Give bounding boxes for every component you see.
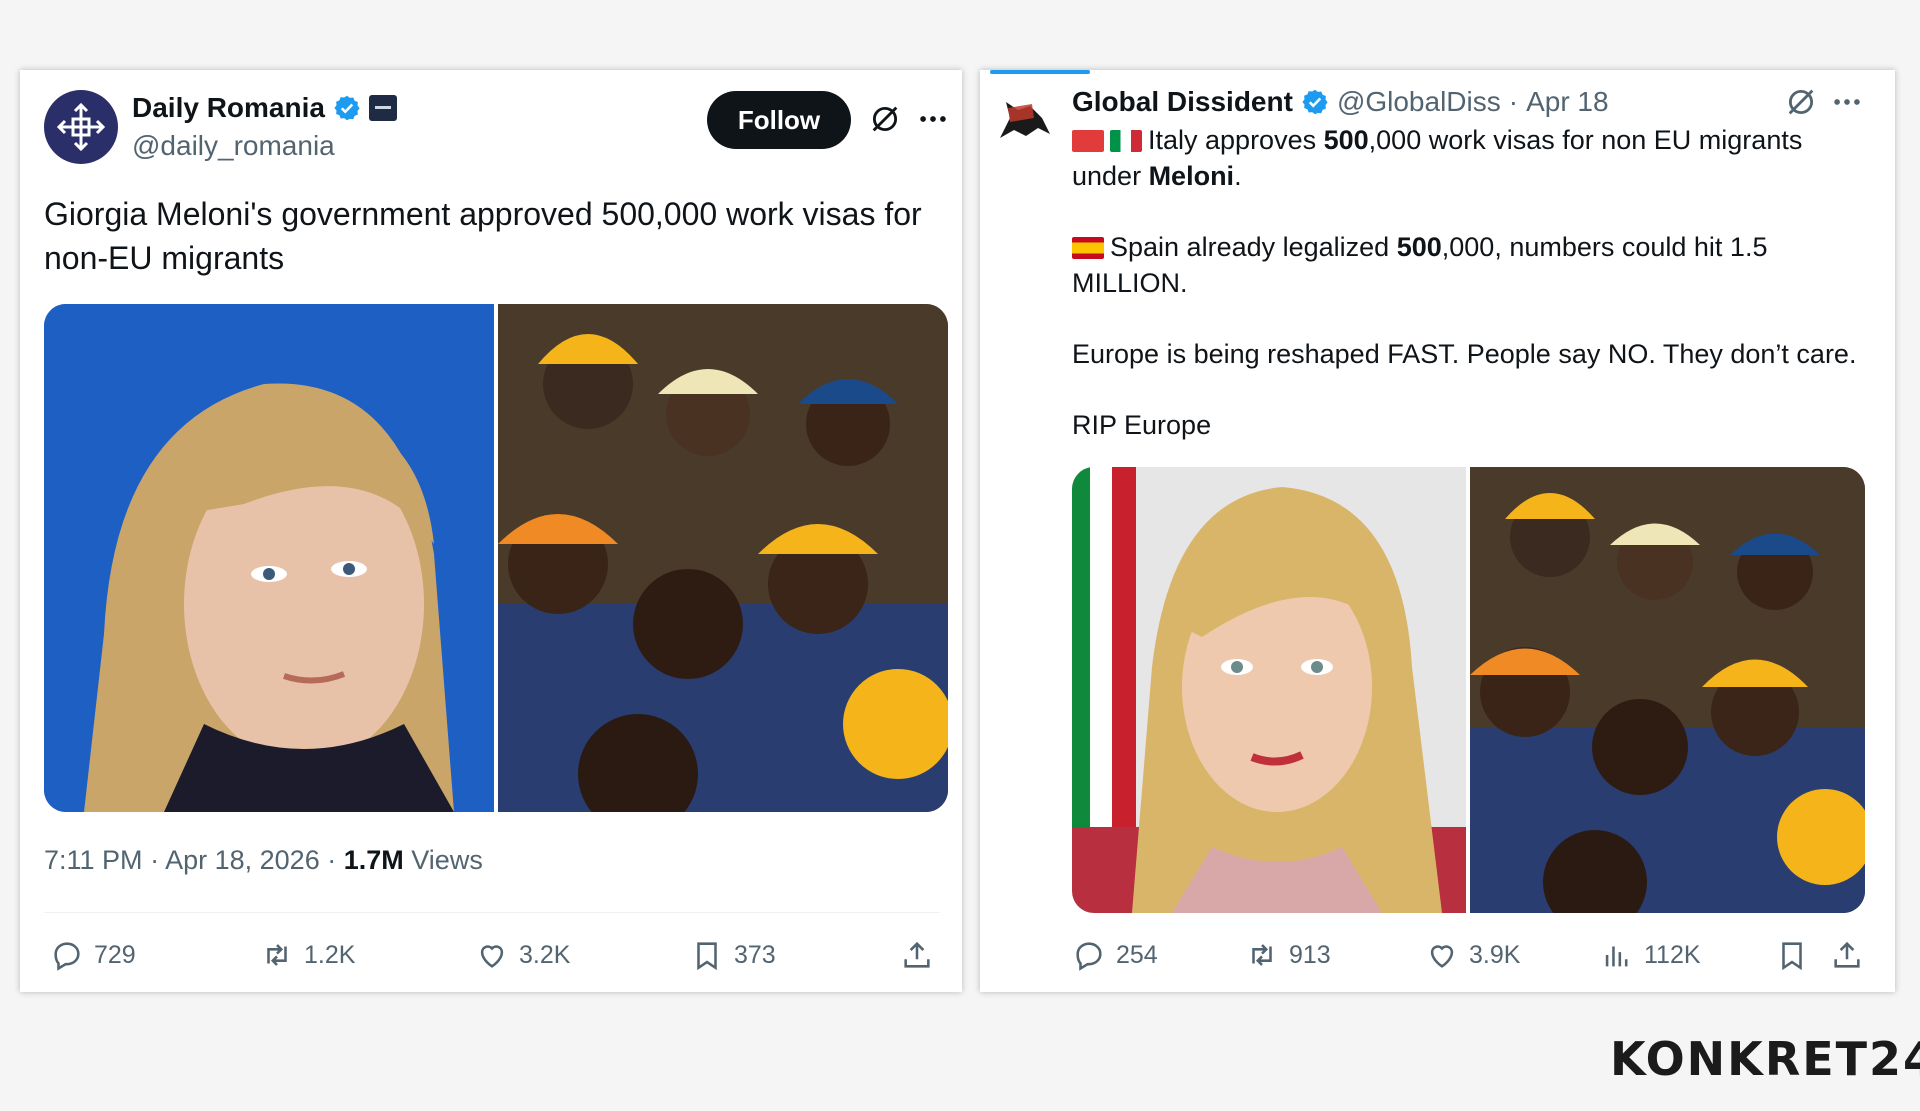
post-meta: 7:11 PM · Apr 18, 2026 · 1.7M Views <box>44 845 483 875</box>
like-button[interactable]: 3.9K <box>1425 938 1520 972</box>
views-count: 112K <box>1644 940 1701 969</box>
bookmark-count: 373 <box>734 940 776 969</box>
portrait-illustration <box>44 304 494 812</box>
reply-icon <box>54 942 80 971</box>
author-name[interactable]: Global Dissident <box>1072 86 1293 118</box>
siren-emoji-icon <box>1072 130 1104 152</box>
repost-button[interactable]: 913 <box>1245 938 1331 972</box>
separator-dot: · <box>1508 86 1519 117</box>
repost-button[interactable]: 1.2K <box>260 938 355 972</box>
share-button[interactable] <box>1830 938 1864 972</box>
text-span: Italy approves <box>1148 125 1324 155</box>
post-date[interactable]: Apr 18 <box>1526 86 1609 118</box>
like-button[interactable]: 3.2K <box>475 938 570 972</box>
share-icon <box>904 941 930 968</box>
text-bold: 500 <box>1396 232 1442 262</box>
workers-illustration <box>1470 467 1865 913</box>
author-name[interactable]: Daily Romania <box>132 92 325 124</box>
italy-flag-icon <box>1110 130 1142 152</box>
author-row: Global Dissident @GlobalDiss · Apr 18 <box>1072 86 1609 118</box>
text-span: Spain already legalized <box>1110 232 1397 262</box>
bookmark-icon <box>1782 942 1802 971</box>
views-count: 1.7M <box>343 845 404 875</box>
author-handle[interactable]: @GlobalDiss <box>1337 86 1501 118</box>
verified-badge-icon <box>334 95 360 121</box>
follow-button[interactable]: Follow <box>707 91 851 149</box>
text-bold[interactable]: Meloni <box>1149 161 1235 191</box>
post-text: Giorgia Meloni's government approved 500… <box>44 196 922 276</box>
text-bold: 500 <box>1323 125 1369 155</box>
reply-button[interactable]: 254 <box>1072 938 1158 972</box>
reply-count: 254 <box>1116 940 1158 969</box>
repost-icon <box>1252 944 1272 966</box>
like-icon <box>480 945 504 968</box>
paragraph-italy: Italy approves 500,000 work visas for no… <box>1072 122 1872 194</box>
paragraph-spain: Spain already legalized 500,000, numbers… <box>1072 229 1872 301</box>
repost-icon <box>267 944 287 966</box>
post-date[interactable]: Apr 18, 2026 <box>165 845 320 875</box>
paragraph-europe: Europe is being reshaped FAST. People sa… <box>1072 339 1857 369</box>
avatar-daily-romania[interactable] <box>44 90 118 164</box>
divider <box>44 912 940 913</box>
like-count: 3.9K <box>1469 940 1521 969</box>
post-media[interactable] <box>1072 467 1865 913</box>
spain-flag-icon <box>1072 237 1104 259</box>
post-card-daily-romania: Daily Romania @daily_romania Follow Gior… <box>20 70 962 992</box>
grok-icon[interactable] <box>1784 85 1818 119</box>
post-media[interactable] <box>44 304 948 812</box>
bookmark-button[interactable]: 373 <box>690 938 776 972</box>
author-handle[interactable]: @daily_romania <box>132 130 335 162</box>
active-tab-indicator <box>990 70 1090 74</box>
post-card-global-dissident: Global Dissident @GlobalDiss · Apr 18 It… <box>980 70 1895 992</box>
share-icon <box>1834 941 1860 968</box>
like-icon <box>1430 945 1454 968</box>
reply-icon <box>1076 942 1102 971</box>
bookmark-icon <box>697 942 717 971</box>
views-label: Views <box>411 845 483 875</box>
bookmark-button[interactable] <box>1775 938 1809 972</box>
repost-count: 913 <box>1289 940 1331 969</box>
post-text: Italy approves 500,000 work visas for no… <box>1072 122 1872 478</box>
verified-badge-icon <box>1302 89 1328 115</box>
paragraph-rip: RIP Europe <box>1072 410 1212 440</box>
watermark-logo: KONKRET24 <box>1610 1032 1920 1086</box>
grok-icon[interactable] <box>868 102 902 136</box>
avatar-global-dissident[interactable] <box>992 88 1056 152</box>
more-icon[interactable] <box>1830 85 1864 119</box>
share-button[interactable] <box>900 938 934 972</box>
post-time[interactable]: 7:11 PM <box>44 845 143 875</box>
reply-count: 729 <box>94 940 136 969</box>
repost-count: 1.2K <box>304 940 356 969</box>
photo-workers[interactable] <box>498 304 948 812</box>
more-icon[interactable] <box>916 102 950 136</box>
text-span: . <box>1234 161 1242 191</box>
photo-meloni[interactable] <box>44 304 494 812</box>
cross-arrows-logo-icon <box>56 102 106 152</box>
views-button[interactable]: 112K <box>1600 938 1701 972</box>
views-icon <box>1605 946 1628 967</box>
author-name-row: Daily Romania <box>132 92 397 124</box>
portrait-illustration <box>1072 467 1466 913</box>
affiliate-badge-icon[interactable] <box>368 95 397 121</box>
photo-workers[interactable] <box>1470 467 1865 913</box>
photo-meloni[interactable] <box>1072 467 1466 913</box>
workers-illustration <box>498 304 948 812</box>
like-count: 3.2K <box>519 940 571 969</box>
reply-button[interactable]: 729 <box>50 938 136 972</box>
